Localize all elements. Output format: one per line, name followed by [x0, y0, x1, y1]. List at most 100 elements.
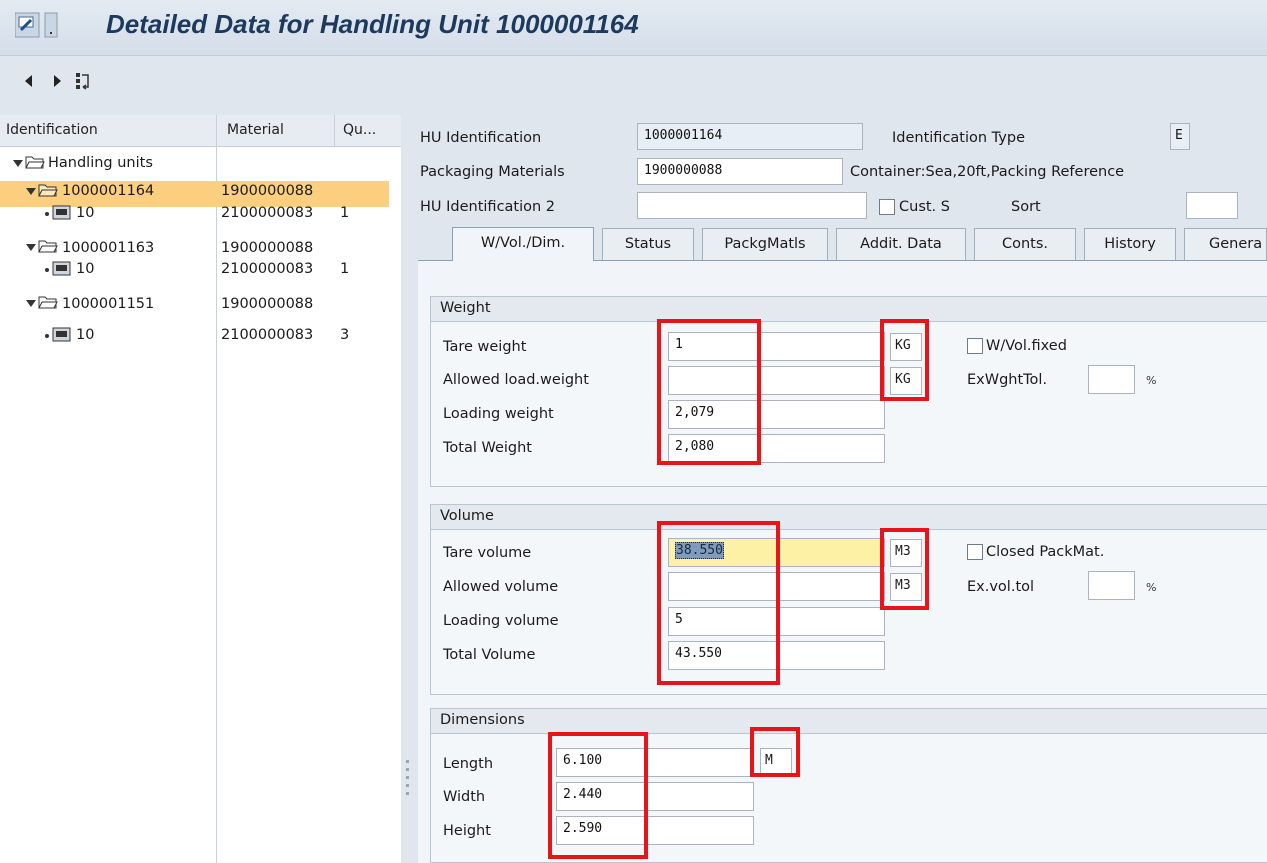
- closed-packmat-label: Closed PackMat.: [986, 544, 1105, 560]
- splitter-grip: [406, 792, 409, 795]
- expand-icon[interactable]: [26, 188, 36, 195]
- wvol-fixed-checkbox[interactable]: [967, 338, 983, 354]
- exwght-tol-label: ExWghtTol.: [967, 372, 1048, 388]
- expand-icon[interactable]: [26, 300, 36, 307]
- volume-units-highlight: [880, 528, 929, 610]
- length-label: Length: [443, 756, 494, 772]
- weight-group-title: Weight: [440, 300, 491, 316]
- tree-col-divider: [216, 115, 217, 863]
- folder-open-icon: [38, 294, 58, 314]
- expand-icon[interactable]: [13, 160, 23, 167]
- tree-quantity: 1: [340, 205, 350, 221]
- allowed-load-weight-label: Allowed load.weight: [443, 372, 589, 388]
- tree-material: 2100000083: [221, 327, 314, 343]
- panel-splitter[interactable]: [401, 108, 414, 863]
- tree-quantity: 1: [340, 261, 350, 277]
- tree-col-identification[interactable]: Identification: [6, 122, 98, 138]
- tree-material: 2100000083: [221, 261, 314, 277]
- height-label: Height: [443, 823, 491, 839]
- item-icon: [52, 325, 72, 347]
- splitter-grip: [406, 768, 409, 771]
- tree-hu-id[interactable]: 1000001163: [62, 240, 154, 256]
- hu-identification-field[interactable]: 1000001164: [637, 123, 863, 150]
- tree-leaf-dot: [45, 212, 49, 216]
- tree-item-id[interactable]: 10: [76, 205, 94, 221]
- hu-identification-label: HU Identification: [420, 130, 542, 146]
- tree-item-id[interactable]: 10: [76, 261, 94, 277]
- cust-s-label: Cust. S: [899, 199, 950, 215]
- total-weight-label: Total Weight: [443, 440, 532, 456]
- tree-col-material[interactable]: Material: [227, 122, 284, 138]
- dimensions-group-title: Dimensions: [440, 712, 525, 728]
- tree-hu-id[interactable]: 1000001151: [62, 296, 154, 312]
- sort-label: Sort: [1011, 199, 1041, 215]
- splitter-grip: [406, 760, 409, 763]
- volume-group-title: Volume: [440, 508, 494, 524]
- tab-history[interactable]: History: [1084, 228, 1176, 260]
- tree-col-divider: [334, 115, 335, 147]
- dimensions-group-header: [430, 708, 1267, 734]
- tab-wvol-dim[interactable]: W/Vol./Dim.: [452, 227, 594, 261]
- loading-volume-label: Loading volume: [443, 613, 559, 629]
- forward-arrow-icon[interactable]: [46, 70, 68, 92]
- cust-s-checkbox[interactable]: [879, 199, 895, 215]
- hu-tree-panel: [0, 115, 401, 863]
- toolbar: [0, 56, 1267, 108]
- tare-volume-label: Tare volume: [443, 545, 532, 561]
- width-label: Width: [443, 789, 486, 805]
- tree-leaf-dot: [45, 334, 49, 338]
- tree-quantity: 3: [340, 327, 350, 343]
- packaging-materials-description: Container:Sea,20ft,Packing Reference: [850, 164, 1125, 180]
- weight-values-highlight: [657, 319, 761, 465]
- tab-conts[interactable]: Conts.: [974, 228, 1076, 260]
- sort-field[interactable]: [1186, 192, 1238, 219]
- weight-group-header: [430, 296, 1267, 322]
- folder-open-icon: [38, 238, 58, 258]
- splitter-grip: [406, 776, 409, 779]
- closed-packmat-checkbox[interactable]: [967, 544, 983, 560]
- system-menu-icon[interactable]: [14, 12, 59, 40]
- item-icon: [52, 203, 72, 225]
- tree-leaf-dot: [45, 268, 49, 272]
- tab-general[interactable]: Genera: [1184, 228, 1267, 260]
- exwght-tol-percent: %: [1146, 374, 1157, 387]
- tree-material: 1900000088: [221, 296, 314, 312]
- tab-status[interactable]: Status: [602, 228, 694, 260]
- wvol-fixed-label: W/Vol.fixed: [986, 338, 1067, 354]
- total-volume-label: Total Volume: [443, 647, 536, 663]
- tree-item-id[interactable]: 10: [76, 327, 94, 343]
- weight-units-highlight: [880, 319, 929, 401]
- tree-material: 1900000088: [221, 183, 314, 199]
- dimension-values-highlight: [548, 732, 648, 859]
- identification-type-label: Identification Type: [892, 130, 1025, 146]
- exvol-tol-percent: %: [1146, 581, 1157, 594]
- tab-addit-data[interactable]: Addit. Data: [836, 228, 966, 260]
- tree-material: 1900000088: [221, 240, 314, 256]
- tree-hu-id[interactable]: 1000001164: [62, 183, 154, 199]
- folder-open-icon: [38, 182, 58, 202]
- dimension-unit-highlight: [750, 727, 800, 777]
- back-arrow-icon[interactable]: [18, 70, 40, 92]
- splitter-grip: [406, 784, 409, 787]
- packaging-materials-label: Packaging Materials: [420, 164, 565, 180]
- page-title: Detailed Data for Handling Unit 10000011…: [106, 9, 639, 39]
- exvol-tol-label: Ex.vol.tol: [967, 579, 1035, 595]
- folder-open-icon: [25, 154, 45, 174]
- hu-identification2-field[interactable]: [637, 192, 867, 219]
- packaging-materials-field[interactable]: 1900000088: [637, 158, 843, 185]
- hu-identification2-label: HU Identification 2: [420, 199, 556, 215]
- tab-packgmatls[interactable]: PackgMatls: [702, 228, 828, 260]
- hierarchy-icon[interactable]: [72, 70, 94, 92]
- volume-values-highlight: [657, 521, 780, 685]
- loading-weight-label: Loading weight: [443, 406, 554, 422]
- volume-group-header: [430, 504, 1267, 530]
- item-icon: [52, 259, 72, 281]
- tree-root-label[interactable]: Handling units: [48, 155, 153, 171]
- allowed-volume-label: Allowed volume: [443, 579, 559, 595]
- tree-material: 2100000083: [221, 205, 314, 221]
- tree-col-quantity[interactable]: Qu...: [343, 122, 376, 138]
- expand-icon[interactable]: [26, 244, 36, 251]
- exwght-tol-field[interactable]: [1088, 365, 1135, 394]
- identification-type-field[interactable]: E: [1170, 123, 1190, 150]
- exvol-tol-field[interactable]: [1088, 571, 1135, 600]
